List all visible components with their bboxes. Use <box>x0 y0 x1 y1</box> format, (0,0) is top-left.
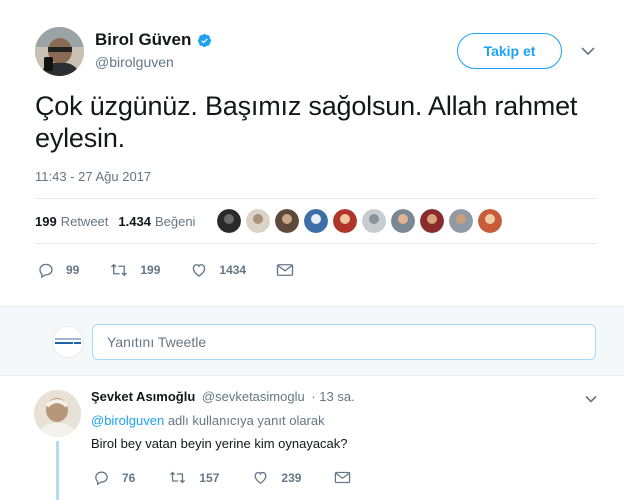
retweet-button[interactable]: 199 <box>109 261 160 279</box>
reply-context: @birolguven adlı kullanıcıya yanıt olara… <box>91 413 325 428</box>
reply-count: 99 <box>66 263 80 277</box>
liker-avatar[interactable] <box>420 209 445 233</box>
tweet-text: Çok üzgünüz. Başımız sağolsun. Allah rah… <box>35 91 578 153</box>
liker-avatar[interactable] <box>333 209 358 233</box>
liker-avatar[interactable] <box>304 209 329 233</box>
direct-message-button[interactable] <box>276 262 305 278</box>
reply-reply-button[interactable]: 76 <box>93 469 135 486</box>
author-avatar[interactable] <box>35 27 84 76</box>
reply-retweet-button[interactable]: 157 <box>168 469 219 486</box>
mention-link[interactable]: @birolguven <box>91 413 164 428</box>
reply-input[interactable] <box>92 324 596 360</box>
like-stat[interactable]: 1.434 Beğeni <box>118 214 195 229</box>
heart-icon <box>193 264 206 277</box>
liker-avatar[interactable] <box>478 209 503 233</box>
main-tweet: Birol Güven @birolguven Takip et Çok üzg… <box>0 0 624 306</box>
retweet-icon <box>111 263 128 277</box>
heart-icon <box>254 471 267 484</box>
liker-avatar[interactable] <box>362 209 387 233</box>
author-handle[interactable]: @birolguven <box>95 54 174 70</box>
reply-author-name[interactable]: Şevket Asımoğlu <box>91 389 195 404</box>
envelope-icon <box>335 471 351 484</box>
author-name-text: Birol Güven <box>95 30 192 49</box>
tweet-timestamp[interactable]: 11:43 - 27 Ağu 2017 <box>35 169 151 184</box>
reply-text: Birol bey vatan beyin yerine kim oynayac… <box>91 436 348 451</box>
retweet-icon <box>170 471 186 484</box>
like-count-action: 1434 <box>219 263 247 277</box>
reply-icon <box>39 263 53 279</box>
author-name[interactable]: Birol Güven <box>95 30 212 50</box>
reply-icon <box>95 471 108 486</box>
retweet-stat[interactable]: 199 Retweet <box>35 214 108 229</box>
like-stat-label: Beğeni <box>154 213 196 229</box>
thread-line <box>56 441 59 500</box>
liker-avatar[interactable] <box>217 209 242 233</box>
tweet-stats: 199 Retweet 1.434 Beğeni <box>35 198 597 244</box>
liker-avatar[interactable] <box>449 209 474 233</box>
retweet-stat-label: Retweet <box>60 213 109 229</box>
reply-author-avatar-image <box>34 390 81 437</box>
reply-tweet[interactable]: Şevket Asımoğlu @sevketasimoglu · 13 sa.… <box>0 377 624 500</box>
like-button[interactable]: 1434 <box>190 261 246 279</box>
author-avatar-image <box>35 27 84 76</box>
retweet-count-action: 199 <box>140 263 161 277</box>
reply-time[interactable]: · 13 sa. <box>311 389 354 404</box>
reply-actions: 76 157 239 <box>93 469 396 486</box>
liker-avatar[interactable] <box>391 209 416 233</box>
like-count: 1.434 <box>118 213 151 229</box>
reply-button[interactable]: 99 <box>37 261 79 279</box>
reply-reply-count: 76 <box>122 470 136 485</box>
reply-retweet-count: 157 <box>199 470 220 485</box>
reply-author-avatar[interactable] <box>34 390 81 437</box>
reply-direct-message-button[interactable] <box>334 470 363 485</box>
reply-header: Şevket Asımoğlu @sevketasimoglu · 13 sa. <box>91 389 355 404</box>
chevron-down-icon[interactable] <box>584 392 598 404</box>
envelope-icon <box>276 264 294 276</box>
reply-like-count: 239 <box>281 470 302 485</box>
chevron-down-icon[interactable] <box>580 44 596 58</box>
reply-like-button[interactable]: 239 <box>252 469 301 486</box>
liker-avatar[interactable] <box>275 209 300 233</box>
retweet-count: 199 <box>35 213 57 229</box>
likers-avatars <box>217 209 507 233</box>
verified-badge-icon <box>197 33 212 48</box>
tweet-actions: 99 199 1434 <box>37 259 335 281</box>
reply-author-handle[interactable]: @sevketasimoglu <box>202 389 305 404</box>
current-user-avatar <box>52 326 84 358</box>
reply-composer <box>0 306 624 376</box>
reply-context-text: adlı kullanıcıya yanıt olarak <box>167 413 325 428</box>
follow-button[interactable]: Takip et <box>457 33 562 69</box>
liker-avatar[interactable] <box>246 209 271 233</box>
